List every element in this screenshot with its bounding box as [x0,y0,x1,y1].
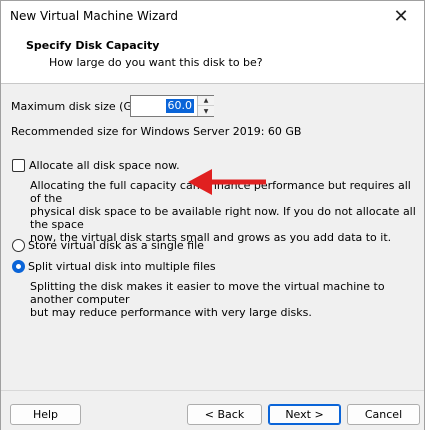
wizard-window: New Virtual Machine Wizard ✕ Specify Dis… [0,0,425,430]
split-description: Splitting the disk makes it easier to mo… [30,280,420,319]
chevron-up-icon: ▲ [203,97,209,104]
split-files-label[interactable]: Split virtual disk into multiple files [28,260,216,273]
title-bar: New Virtual Machine Wizard ✕ [1,1,424,32]
split-desc-line: Splitting the disk makes it easier to mo… [30,280,385,306]
page-subtitle: How large do you want this disk to be? [49,56,263,69]
chevron-down-icon: ▼ [203,107,209,115]
max-disk-size-stepper[interactable]: 60.0 ▲ ▼ [130,95,214,117]
window-title: New Virtual Machine Wizard [10,9,178,23]
single-file-label[interactable]: Store virtual disk as a single file [28,239,204,252]
recommended-size-text: Recommended size for Windows Server 2019… [11,125,302,138]
cancel-button[interactable]: Cancel [347,404,420,425]
single-file-radio[interactable] [12,239,25,252]
page-title: Specify Disk Capacity [26,39,160,52]
max-disk-size-label: Maximum disk size (GB): [11,100,148,113]
wizard-header: Specify Disk Capacity How large do you w… [1,32,424,84]
allocate-all-checkbox[interactable] [12,159,25,172]
next-button[interactable]: Next > [268,404,341,425]
split-files-radio[interactable] [12,260,25,273]
stepper-up-button[interactable]: ▲ [198,96,214,106]
help-button[interactable]: Help [10,404,81,425]
stepper-down-button[interactable]: ▼ [198,106,214,116]
back-button[interactable]: < Back [187,404,262,425]
allocate-desc-line: physical disk space to be available righ… [30,205,416,231]
close-button[interactable]: ✕ [378,1,424,32]
annotation-arrow-icon [188,169,266,195]
split-desc-line: but may reduce performance with very lar… [30,306,312,319]
stepper-arrows: ▲ ▼ [197,96,214,116]
allocate-all-label[interactable]: Allocate all disk space now. [29,159,180,172]
wizard-footer: Help < Back Next > Cancel [1,390,424,430]
wizard-content: Maximum disk size (GB): 60.0 ▲ ▼ Recomme… [1,85,424,390]
max-disk-size-input[interactable]: 60.0 [165,99,194,113]
close-icon: ✕ [393,6,409,27]
